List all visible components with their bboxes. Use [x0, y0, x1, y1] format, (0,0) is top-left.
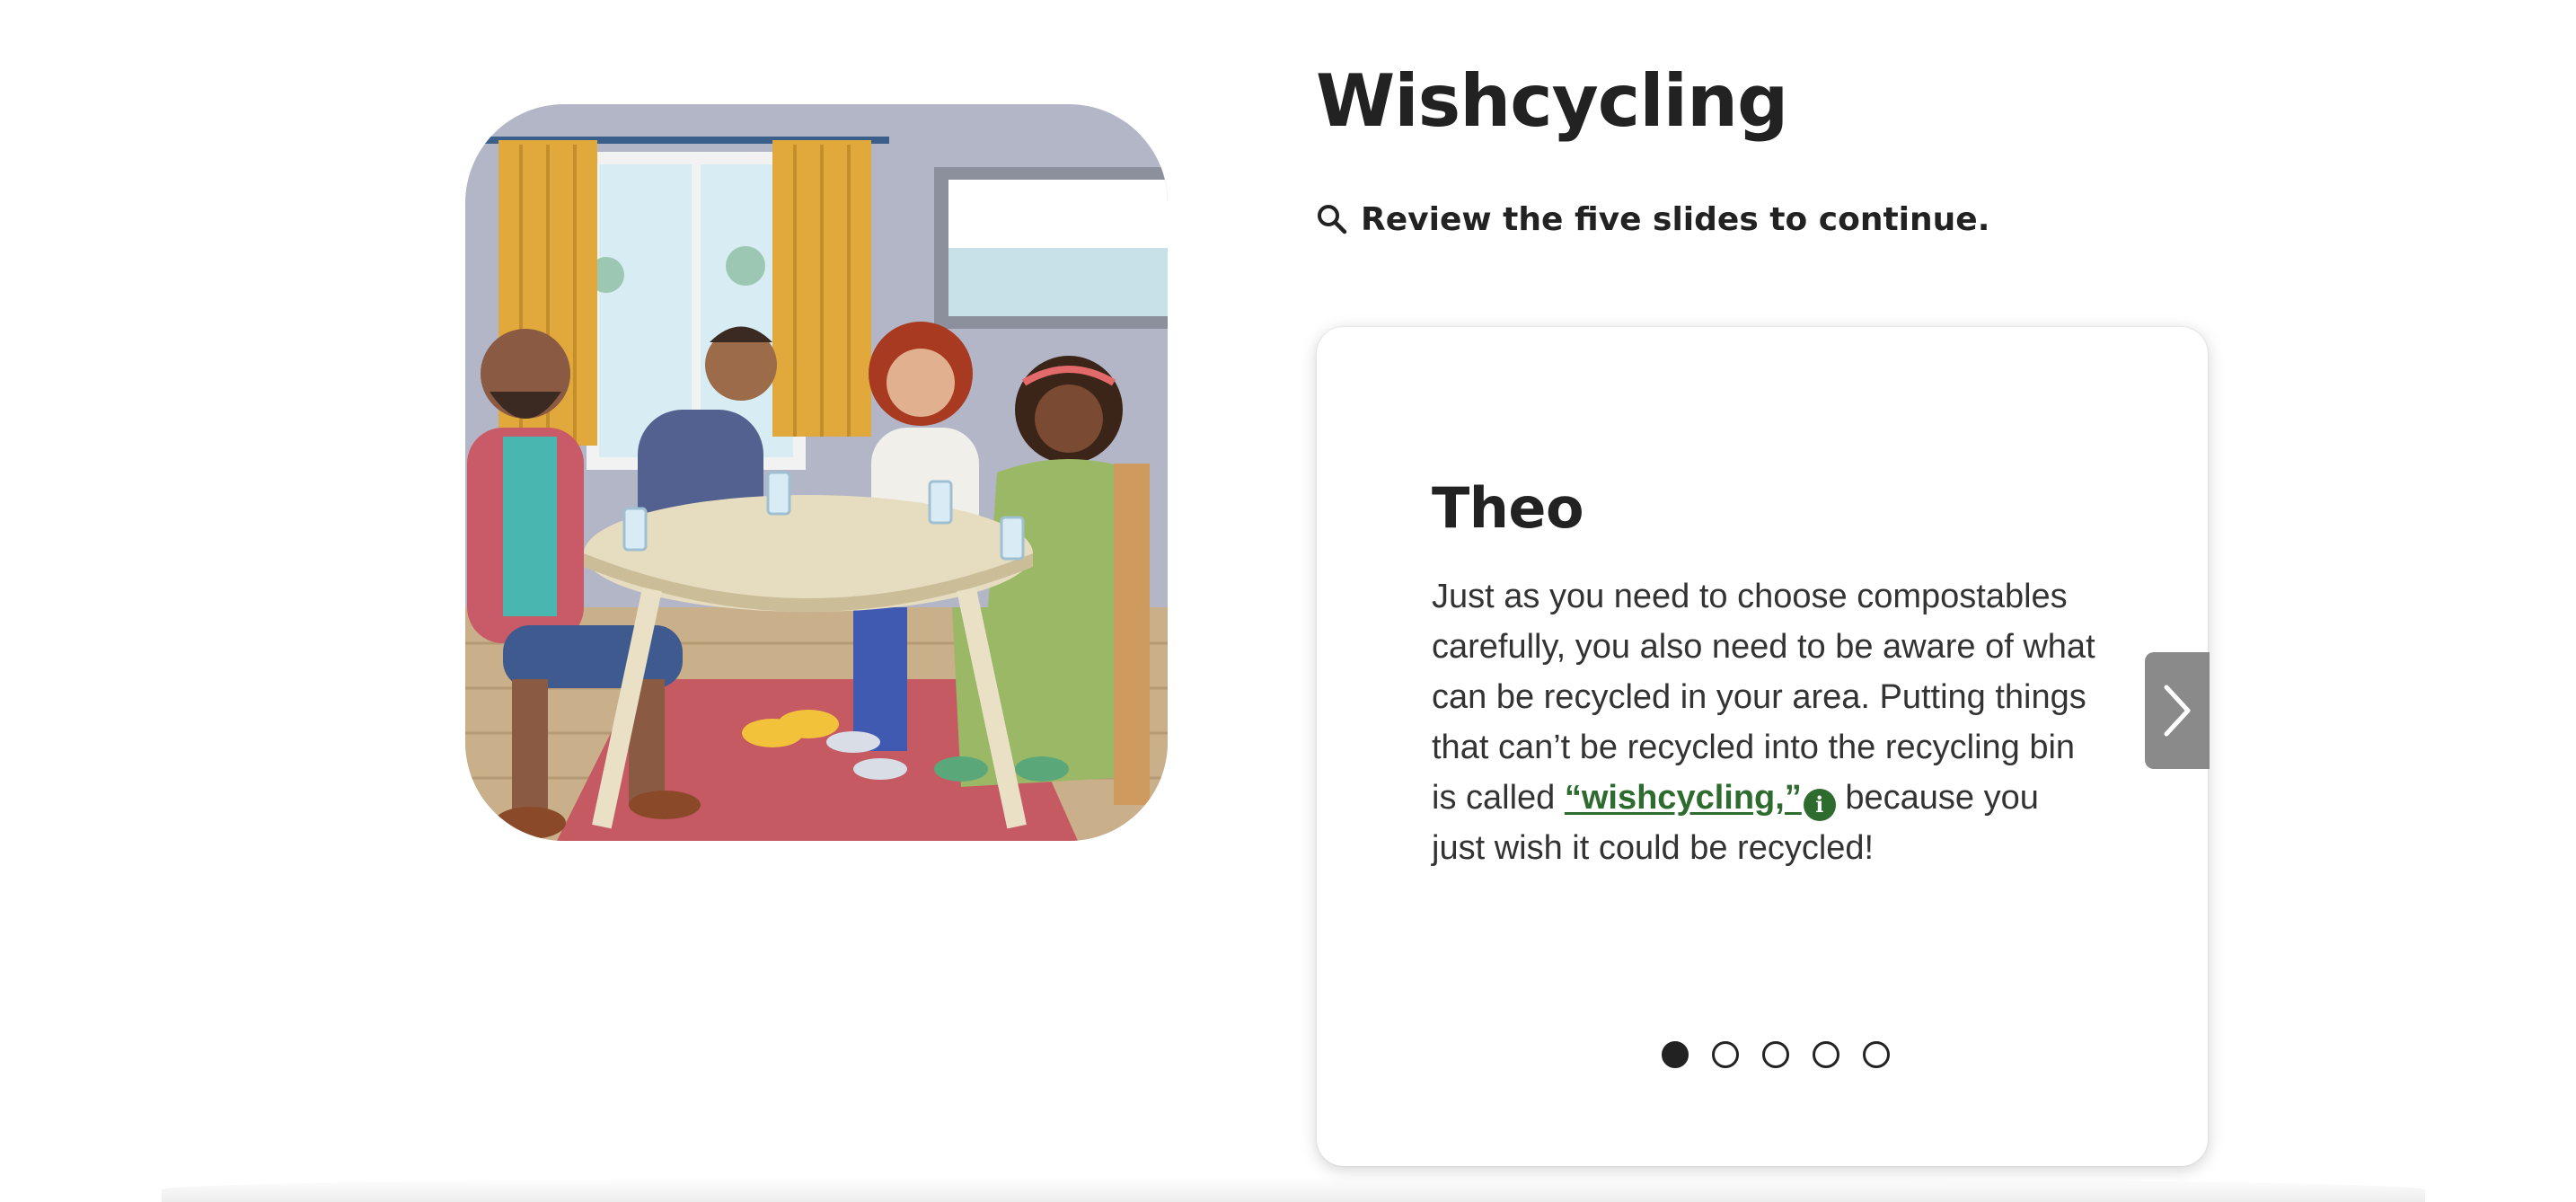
- next-slide-button[interactable]: [2145, 652, 2210, 769]
- page-title: Wishcycling: [1316, 59, 1788, 143]
- slide-body: Just as you need to choose compostables …: [1432, 571, 2096, 873]
- instruction: Review the five slides to continue.: [1316, 196, 1989, 243]
- slide-dot-3[interactable]: [1762, 1041, 1789, 1068]
- instruction-text: Review the five slides to continue.: [1361, 200, 1990, 238]
- slide-dot-4[interactable]: [1813, 1041, 1839, 1068]
- slide-dot-1[interactable]: [1662, 1041, 1689, 1068]
- search-icon: [1318, 205, 1347, 234]
- family-dinner-illustration: [449, 104, 1168, 841]
- slide-dot-5[interactable]: [1863, 1041, 1890, 1068]
- wishcycling-term-link[interactable]: “wishcycling,”: [1565, 779, 1802, 817]
- slide-dot-2[interactable]: [1712, 1041, 1739, 1068]
- info-icon[interactable]: i: [1803, 789, 1836, 821]
- slide-title: Theo: [1432, 475, 1584, 541]
- page-bottom-shadow: [162, 1177, 2425, 1202]
- chevron-right-icon: [2164, 685, 2191, 737]
- slide-pagination: [1662, 1040, 1890, 1069]
